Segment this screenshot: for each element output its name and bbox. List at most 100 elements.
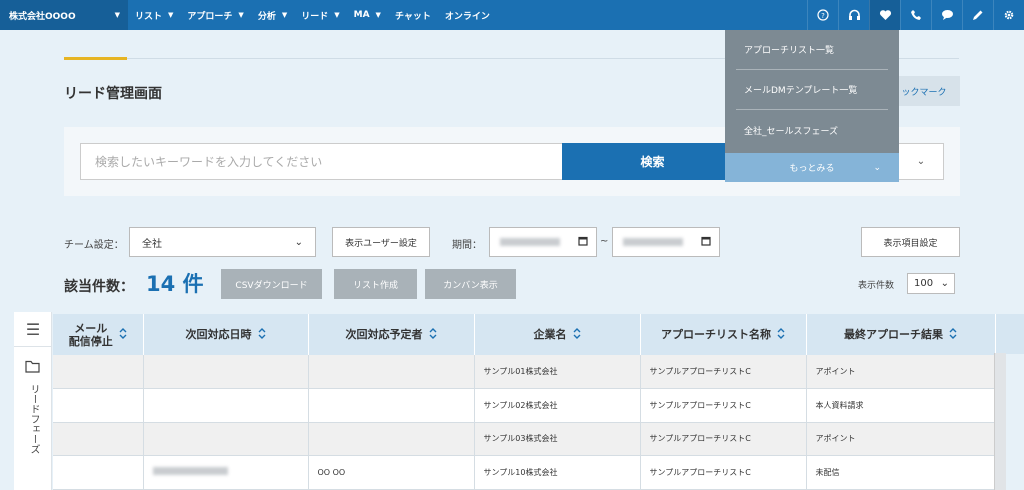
- table-row[interactable]: OO OO サンプル10株式会社 サンプルアプローチリストC 未配信: [53, 455, 996, 490]
- column-header-4[interactable]: アプローチリスト名称: [640, 314, 807, 355]
- column-header-0[interactable]: メール 配信停止: [53, 314, 144, 355]
- sort-icon[interactable]: [429, 327, 437, 342]
- column-header-label: 企業名: [533, 328, 567, 341]
- team-select-value: 全社: [142, 238, 162, 250]
- period-start-input[interactable]: [489, 227, 597, 257]
- chevron-down-icon: ▼: [114, 11, 120, 19]
- show-more-button[interactable]: もっとみる ⌄: [725, 153, 899, 182]
- hamburger-menu-icon[interactable]: ☰: [14, 312, 52, 347]
- column-header-1[interactable]: 次回対応日時: [143, 314, 309, 355]
- nav-item-1[interactable]: アプローチ ▼: [180, 0, 250, 30]
- nav-item-6[interactable]: オンライン: [438, 0, 497, 30]
- period-start-value: [500, 238, 560, 246]
- chevron-down-icon: ⌄: [873, 162, 881, 173]
- calendar-icon[interactable]: [578, 236, 588, 249]
- cell-result: アポイント: [806, 422, 996, 456]
- cell-assignee: [308, 422, 475, 456]
- cell-next-date: [143, 422, 309, 456]
- period-label: 期間：: [452, 240, 482, 251]
- table-row[interactable]: サンプル01株式会社 サンプルアプローチリストC アポイント: [53, 355, 996, 389]
- nav-item-label: アプローチ: [187, 11, 233, 22]
- top-nav: 株式会社OOOO ▼ リスト ▼ アプローチ ▼ 分析 ▼ リード ▼ MA ▼ チャット オンライン…: [0, 0, 1024, 30]
- calendar-icon[interactable]: [701, 236, 711, 249]
- table-header-filler: [995, 314, 1024, 354]
- csv-download-button[interactable]: CSVダウンロード: [221, 269, 322, 299]
- display-items-button[interactable]: 表示項目設定: [861, 227, 960, 257]
- column-header-label: メール 配信停止: [68, 321, 113, 348]
- nav-item-3[interactable]: リード ▼: [294, 0, 346, 30]
- cell-next-date: [143, 355, 309, 389]
- cell-list: サンプルアプローチリストC: [640, 388, 807, 423]
- nav-item-5[interactable]: チャット: [388, 0, 438, 30]
- side-panel: ☰ リードフェーズ: [14, 312, 52, 490]
- headset-icon[interactable]: [838, 0, 869, 30]
- table-row[interactable]: サンプル03株式会社 サンプルアプローチリストC アポイント: [53, 422, 996, 456]
- sort-icon[interactable]: [777, 327, 785, 342]
- menu-item-mail-template[interactable]: メールDMテンプレート一覧: [736, 70, 888, 110]
- cell-result: 本人資料請求: [806, 388, 996, 423]
- nav-item-4[interactable]: MA ▼: [347, 0, 388, 30]
- cell-mail: [53, 355, 144, 389]
- create-list-button[interactable]: リスト作成: [334, 269, 417, 299]
- cell-list: サンプルアプローチリストC: [640, 455, 807, 490]
- svg-text:?: ?: [821, 12, 825, 20]
- search-select[interactable]: ⌄: [898, 143, 944, 180]
- heart-icon[interactable]: [869, 0, 900, 30]
- chevron-down-icon: ⌄: [940, 278, 949, 289]
- nav-item-label: オンライン: [444, 11, 490, 22]
- sort-icon[interactable]: [573, 327, 581, 342]
- column-header-5[interactable]: 最終アプローチ結果: [806, 314, 996, 355]
- table-scrollbar[interactable]: [994, 353, 1006, 490]
- cell-company: サンプル03株式会社: [474, 422, 641, 456]
- team-select[interactable]: 全社 ⌄: [129, 227, 316, 257]
- kanban-view-button[interactable]: カンバン表示: [425, 269, 516, 299]
- cell-mail: [53, 422, 144, 456]
- column-header-label: 次回対応日時: [185, 328, 252, 341]
- column-header-3[interactable]: 企業名: [474, 314, 641, 355]
- cell-assignee: [308, 355, 475, 389]
- chevron-down-icon: ⌄: [916, 156, 926, 167]
- pencil-icon[interactable]: [962, 0, 993, 30]
- company-name: 株式会社OOOO: [9, 11, 76, 22]
- user-settings-button[interactable]: 表示ユーザー設定: [332, 227, 430, 257]
- sort-icon[interactable]: [949, 327, 957, 342]
- column-header-label: 最終アプローチ結果: [844, 328, 943, 341]
- chevron-down-icon: ▼: [168, 11, 174, 19]
- table-row[interactable]: サンプル02株式会社 サンプルアプローチリストC 本人資料請求: [53, 388, 996, 423]
- chevron-down-icon: ⌄: [294, 236, 303, 248]
- per-page-value: 100: [914, 278, 934, 289]
- search-input[interactable]: 検索したいキーワードを入力してください: [80, 143, 563, 180]
- menu-item-sales-phase[interactable]: 全社_セールスフェーズ: [736, 110, 888, 150]
- menu-item-approach-list[interactable]: アプローチリスト一覧: [736, 30, 888, 70]
- nav-item-label: MA: [353, 10, 370, 20]
- sort-icon[interactable]: [258, 327, 266, 342]
- cell-assignee: [308, 388, 475, 423]
- phone-icon[interactable]: [900, 0, 931, 30]
- column-header-label: 次回対応予定者: [345, 328, 423, 341]
- chevron-down-icon: ▼: [281, 11, 288, 19]
- cell-list: サンプルアプローチリストC: [640, 422, 807, 456]
- nav-item-label: リスト: [135, 11, 163, 22]
- page-title: リード管理画面: [64, 86, 162, 102]
- cell-list: サンプルアプローチリストC: [640, 355, 807, 389]
- search-button[interactable]: 検索: [562, 143, 743, 180]
- nav-item-0[interactable]: リスト ▼: [128, 0, 180, 30]
- column-header-2[interactable]: 次回対応予定者: [308, 314, 475, 355]
- title-accent-line: [64, 57, 127, 60]
- company-menu[interactable]: 株式会社OOOO ▼: [0, 0, 128, 30]
- cell-result: アポイント: [806, 355, 996, 389]
- folder-icon[interactable]: [25, 360, 40, 376]
- sort-icon[interactable]: [119, 327, 127, 342]
- cell-result: 未配信: [806, 455, 996, 490]
- nav-item-2[interactable]: 分析 ▼: [251, 0, 294, 30]
- help-icon[interactable]: ?: [807, 0, 838, 30]
- team-label: チーム設定：: [64, 240, 124, 251]
- show-more-label: もっとみる: [789, 164, 835, 174]
- gear-icon[interactable]: [993, 0, 1024, 30]
- nav-icon-bar: ?: [807, 0, 1024, 30]
- chat-bubble-icon[interactable]: [931, 0, 962, 30]
- lead-phase-tab[interactable]: リードフェーズ: [26, 384, 41, 454]
- nav-item-label: リード: [301, 11, 329, 22]
- per-page-select[interactable]: 100 ⌄: [907, 273, 955, 294]
- period-end-input[interactable]: [612, 227, 720, 257]
